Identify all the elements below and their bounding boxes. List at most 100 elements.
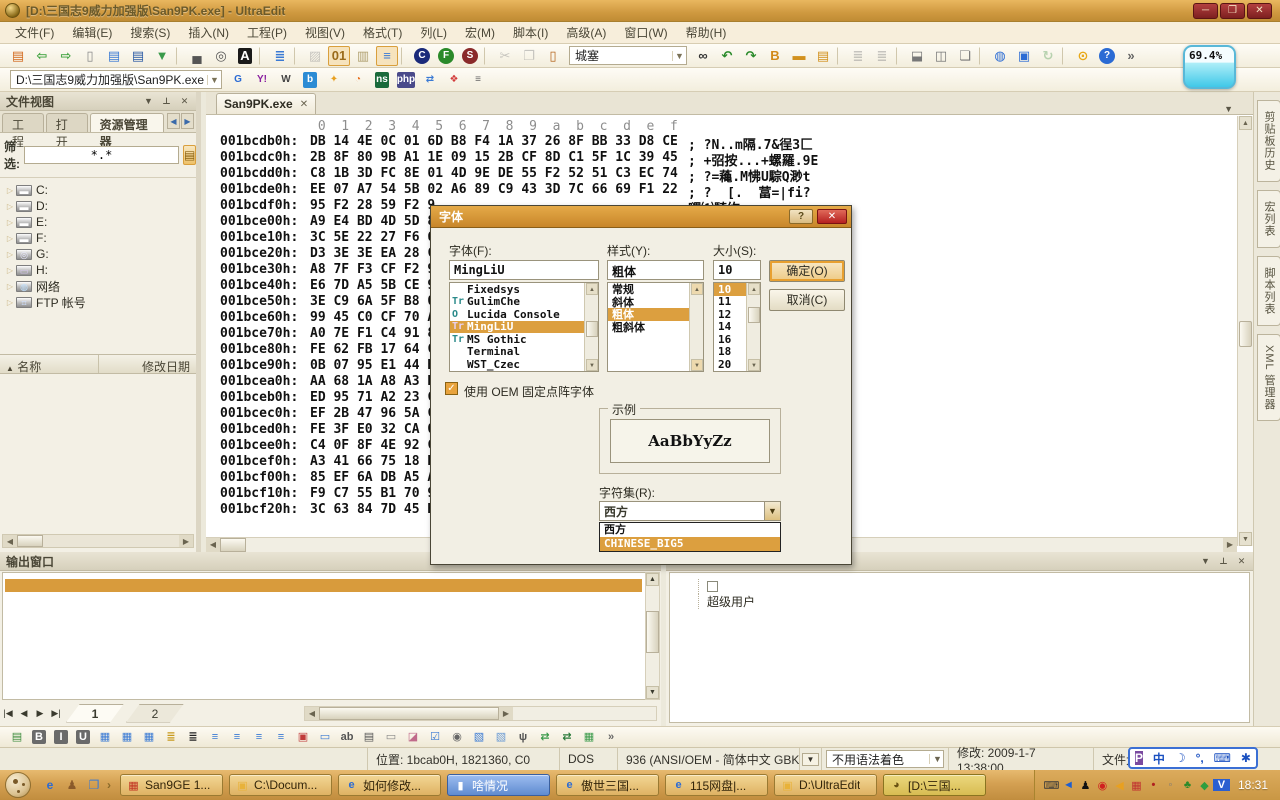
font-list-scrollbar[interactable]: ▲ ▼ — [584, 283, 598, 371]
scroll-up-icon[interactable]: ▲ — [1239, 116, 1252, 130]
toolbar-icon[interactable] — [484, 47, 491, 65]
toolbar-icon[interactable]: C — [411, 46, 433, 66]
tray-icon[interactable]: ◉ — [1094, 779, 1111, 792]
scrollbar-thumb[interactable] — [1239, 321, 1252, 347]
editor-vertical-scrollbar[interactable]: ▲ ▼ — [1237, 116, 1253, 546]
ime-bar-icon[interactable]: °, — [1196, 751, 1204, 765]
user-checkbox[interactable] — [707, 581, 718, 592]
toolbar-icon[interactable]: ❏ — [954, 46, 976, 66]
toolbar-icon[interactable]: » — [1120, 46, 1142, 66]
format-toolbar-icon[interactable]: ☑ — [425, 728, 445, 746]
ime-bar-icon[interactable]: ☽ — [1175, 751, 1186, 765]
format-toolbar-icon[interactable]: I — [51, 728, 71, 746]
format-toolbar-icon[interactable]: U — [73, 728, 93, 746]
font-list-item[interactable]: WST_Czec — [450, 358, 584, 371]
scroll-right-icon[interactable]: ▶ — [1223, 538, 1237, 552]
tab-close-icon[interactable]: ✕ — [300, 99, 308, 110]
format-toolbar-icon[interactable]: B — [29, 728, 49, 746]
web-toolbar-icon[interactable]: W — [275, 70, 297, 90]
quick-launch-chevron-icon[interactable]: › — [107, 778, 111, 792]
toolbar-icon[interactable]: ✂ — [494, 46, 516, 66]
web-toolbar-icon[interactable]: ◔ — [347, 70, 369, 90]
font-list-item[interactable]: Tr GulimChe — [450, 296, 584, 309]
toolbar-icon[interactable]: ▣ — [1013, 46, 1035, 66]
scrollbar-thumb[interactable] — [586, 321, 598, 337]
panel-title-button[interactable]: ⊥ — [159, 94, 174, 108]
web-toolbar-icon[interactable]: b — [299, 70, 321, 90]
output-tab[interactable]: 2 — [126, 704, 184, 723]
toolbar-icon[interactable] — [401, 47, 408, 65]
web-toolbar-icon[interactable]: ≡ — [467, 70, 489, 90]
size-list-item[interactable]: 11 — [714, 296, 746, 309]
sidebar-horizontal-scrollbar[interactable]: ◀ ▶ — [2, 534, 194, 548]
hex-row[interactable]: 001bcdc0h: 2B 8F 80 9B A1 1E 09 15 2B CF… — [206, 150, 1236, 166]
start-button[interactable] — [5, 772, 31, 798]
web-toolbar-icon[interactable]: ❖ — [443, 70, 465, 90]
scroll-right-icon[interactable]: ▶ — [179, 535, 193, 547]
style-list-item[interactable]: 粗斜体 — [608, 321, 689, 334]
sidebar-tab[interactable]: 资源管理器 — [90, 113, 164, 132]
charset-option[interactable]: 西方 — [600, 523, 780, 537]
menu-item[interactable]: 编辑(E) — [63, 22, 121, 43]
toolbar-icon[interactable]: ≣ — [871, 46, 893, 66]
tray-icon[interactable]: ◀ — [1111, 779, 1128, 792]
panel-title-button[interactable]: ✕ — [1234, 554, 1249, 568]
tray-icon[interactable]: V — [1213, 779, 1230, 791]
format-toolbar-icon[interactable]: ≡ — [271, 728, 291, 746]
format-toolbar-icon[interactable]: ≡ — [249, 728, 269, 746]
taskbar-task-button[interactable]: e 如何修改... — [338, 774, 441, 796]
web-toolbar-icon[interactable]: ⇄ — [419, 70, 441, 90]
size-list-item[interactable]: 16 — [714, 333, 746, 346]
web-toolbar-icon[interactable]: Y! — [251, 70, 273, 90]
format-toolbar-icon[interactable]: ≡ — [227, 728, 247, 746]
font-style-input[interactable]: 粗体 — [607, 260, 704, 280]
output-vertical-scrollbar[interactable]: ▲ ▼ — [645, 572, 660, 700]
toolbar-icon[interactable]: A — [234, 46, 256, 66]
expand-arrow-icon[interactable]: ▷ — [4, 282, 16, 291]
expand-arrow-icon[interactable]: ▷ — [4, 298, 16, 307]
charset-option[interactable]: CHINESE_BIG5 — [600, 537, 780, 551]
syntax-highlight-combo[interactable]: 不用语法着色 ▼ — [826, 750, 944, 768]
quick-launch-icon[interactable]: ♟ — [63, 778, 81, 792]
output-nav-button[interactable]: ◀ — [16, 708, 32, 719]
toolbar-icon[interactable]: ▨ — [304, 46, 326, 66]
output-selected-line[interactable] — [5, 579, 642, 592]
tree-item[interactable]: ▷ ◍ 网络 — [4, 278, 196, 294]
cancel-button[interactable]: 取消(C) — [769, 289, 845, 311]
font-size-input[interactable]: 10 — [713, 260, 761, 280]
expand-arrow-icon[interactable]: ▷ — [4, 202, 16, 211]
output-tab[interactable]: 1 — [66, 704, 124, 723]
expand-arrow-icon[interactable]: ▷ — [4, 186, 16, 195]
sidebar-tab[interactable]: 打开 — [46, 113, 88, 132]
panel-title-button[interactable]: ▼ — [141, 94, 156, 108]
chevron-down-icon[interactable]: ▼ — [929, 754, 943, 764]
menu-item[interactable]: 窗口(W) — [615, 22, 676, 43]
docked-panel-tab[interactable]: 脚本列表 — [1257, 256, 1280, 326]
toolbar-icon[interactable]: ▤ — [812, 46, 834, 66]
dialog-help-icon[interactable]: ? — [789, 209, 813, 224]
toolbar-icon[interactable]: ▬ — [788, 46, 810, 66]
toolbar-icon[interactable]: ? — [1096, 46, 1118, 66]
tray-icon[interactable]: ▦ — [1128, 779, 1145, 792]
open-file-combo[interactable]: D:\三国志9威力加强版\San9PK.exe ▼ — [10, 70, 222, 89]
toolbar-icon[interactable]: ∞ — [692, 46, 714, 66]
expand-arrow-icon[interactable]: ▷ — [4, 234, 16, 243]
format-toolbar-icon[interactable]: ▦ — [579, 728, 599, 746]
tray-icon[interactable]: ♣ — [1179, 779, 1196, 791]
hex-row[interactable]: 001bcdd0h: C8 1B 3D FC 8E 01 4D 9E DE 55… — [206, 166, 1236, 182]
menu-item[interactable]: 高级(A) — [557, 22, 615, 43]
scroll-down-icon[interactable]: ▼ — [646, 686, 659, 699]
taskbar-task-button[interactable]: ◕ [D:\三国... — [883, 774, 986, 796]
format-toolbar-icon[interactable]: ⇄ — [535, 728, 555, 746]
toolbar-icon[interactable]: ≣ — [847, 46, 869, 66]
toolbar-icon[interactable]: ▤ — [127, 46, 149, 66]
menu-item[interactable]: 文件(F) — [6, 22, 63, 43]
docked-panel-tab[interactable]: XML 管理器 — [1257, 334, 1280, 421]
font-list-item[interactable]: Tr MS Gothic — [450, 333, 584, 346]
expand-arrow-icon[interactable]: ▷ — [4, 218, 16, 227]
size-list-item[interactable]: 20 — [714, 358, 746, 371]
ime-bar-icon[interactable]: ✱ — [1241, 751, 1251, 765]
toolbar-icon[interactable]: ◎ — [210, 46, 232, 66]
status-dropdown-button[interactable]: ▼ — [800, 748, 822, 770]
toolbar-icon[interactable]: ⬓ — [906, 46, 928, 66]
